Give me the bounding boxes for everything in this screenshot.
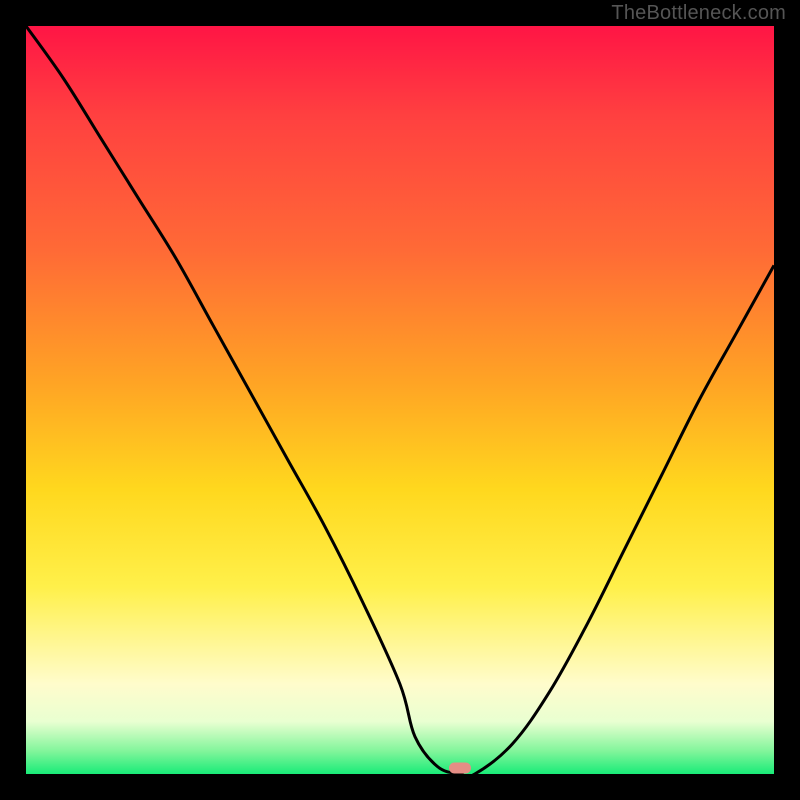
attribution-text: TheBottleneck.com	[611, 2, 786, 25]
plot-area	[26, 26, 774, 774]
optimal-point-marker	[449, 763, 471, 774]
chart-container: TheBottleneck.com	[0, 0, 800, 800]
bottleneck-curve-path	[26, 26, 774, 777]
curve-svg	[26, 26, 774, 774]
